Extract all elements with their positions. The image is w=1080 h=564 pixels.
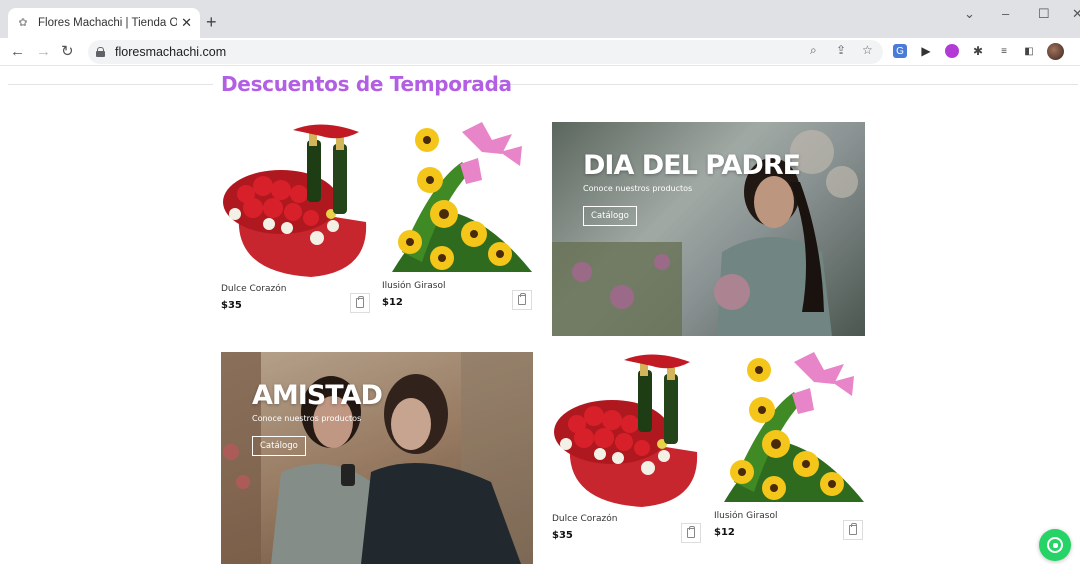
close-window-icon[interactable]: ✕ xyxy=(1072,6,1080,22)
banner-title: DIA DEL PADRE xyxy=(583,150,801,181)
play-extension-icon[interactable]: ▶ xyxy=(919,44,933,58)
heading-left-rule xyxy=(8,84,213,85)
shopping-bag-icon xyxy=(687,526,695,538)
section-heading: Descuentos de Temporada xyxy=(221,72,512,96)
product-image-dulce-corazon[interactable] xyxy=(552,352,700,508)
maximize-icon[interactable]: ☐ xyxy=(1038,6,1050,22)
product-name[interactable]: Dulce Corazón xyxy=(221,284,286,294)
add-to-cart-button[interactable] xyxy=(681,523,701,543)
browser-tab[interactable]: ✿ Flores Machachi | Tienda Online ✕ xyxy=(8,8,200,38)
share-icon[interactable]: ⇪ xyxy=(836,43,846,57)
bookmark-star-icon[interactable]: ☆ xyxy=(862,43,873,57)
add-to-cart-button[interactable] xyxy=(843,520,863,540)
page-content: Descuentos de Temporada Dulce Corazón $3… xyxy=(0,66,1080,564)
banner-amistad[interactable]: AMISTAD Conoce nuestros productos Catálo… xyxy=(221,352,533,564)
product-name[interactable]: Dulce Corazón xyxy=(552,514,617,524)
shopping-bag-icon xyxy=(518,293,526,305)
translate-extension-icon[interactable]: G xyxy=(893,44,907,58)
product-name[interactable]: Ilusión Girasol xyxy=(714,511,778,521)
product-image-dulce-corazon[interactable] xyxy=(221,122,369,278)
purple-extension-icon[interactable] xyxy=(945,44,959,58)
lock-icon xyxy=(96,47,105,57)
extensions-puzzle-icon[interactable]: ✱ xyxy=(971,44,985,58)
banner-subtitle: Conoce nuestros productos xyxy=(252,414,362,423)
add-to-cart-button[interactable] xyxy=(350,293,370,313)
shopping-bag-icon xyxy=(356,296,364,308)
reload-icon[interactable]: ↻ xyxy=(61,43,74,61)
flower-favicon-icon: ✿ xyxy=(18,17,28,29)
browser-tabbar: ✿ Flores Machachi | Tienda Online ✕ + ⌄ … xyxy=(0,0,1080,38)
minimize-icon[interactable]: – xyxy=(1002,6,1009,21)
product-image-ilusion-girasol[interactable] xyxy=(382,122,532,274)
product-price: $12 xyxy=(382,297,403,308)
catalog-button[interactable]: Catálogo xyxy=(252,436,306,456)
product-price: $35 xyxy=(552,530,573,541)
zoom-search-icon[interactable]: ⌕ xyxy=(810,43,817,58)
forward-icon[interactable]: → xyxy=(36,43,51,61)
heading-right-rule xyxy=(490,84,1078,85)
product-image-ilusion-girasol[interactable] xyxy=(714,352,864,504)
shopping-bag-icon xyxy=(849,523,857,535)
add-to-cart-button[interactable] xyxy=(512,290,532,310)
reading-list-icon[interactable]: ≡ xyxy=(997,44,1011,58)
product-name[interactable]: Ilusión Girasol xyxy=(382,281,446,291)
whatsapp-button[interactable] xyxy=(1039,529,1071,561)
banner-title: AMISTAD xyxy=(252,380,383,411)
product-price: $35 xyxy=(221,300,242,311)
tab-close-icon[interactable]: ✕ xyxy=(181,15,192,31)
banner-subtitle: Conoce nuestros productos xyxy=(583,184,693,193)
address-bar[interactable]: floresmachachi.com ⌕ ⇪ ☆ xyxy=(88,40,883,64)
back-icon[interactable]: ← xyxy=(10,43,25,61)
address-text: floresmachachi.com xyxy=(115,45,227,59)
catalog-button[interactable]: Catálogo xyxy=(583,206,637,226)
banner-dia-del-padre[interactable]: DIA DEL PADRE Conoce nuestros productos … xyxy=(552,122,865,336)
tab-title: Flores Machachi | Tienda Online xyxy=(38,17,178,29)
whatsapp-icon xyxy=(1047,537,1063,553)
product-price: $12 xyxy=(714,527,735,538)
side-panel-icon[interactable]: ◧ xyxy=(1022,44,1036,58)
tab-search-chevron-icon[interactable]: ⌄ xyxy=(964,6,975,22)
profile-avatar[interactable] xyxy=(1047,43,1064,60)
browser-toolbar: ← → ↻ floresmachachi.com ⌕ ⇪ ☆ xyxy=(0,38,1080,66)
new-tab-button[interactable]: + xyxy=(206,12,217,32)
